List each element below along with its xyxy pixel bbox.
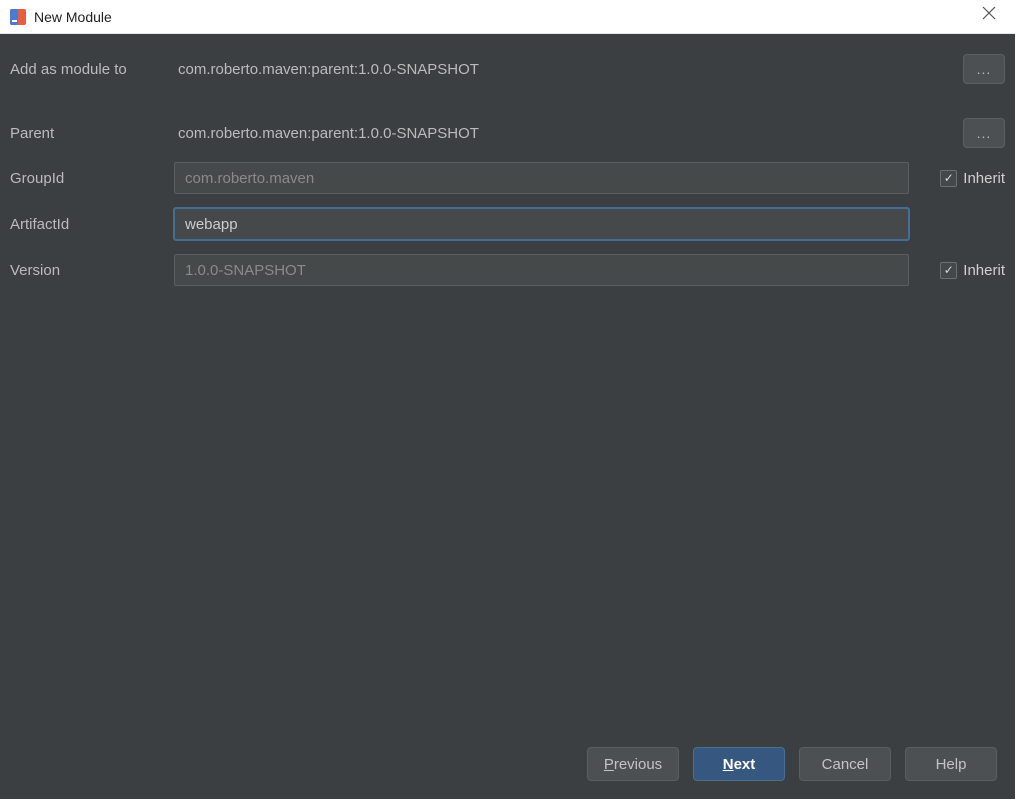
version-inherit[interactable]: ✓ Inherit xyxy=(940,262,1005,279)
artifactid-field[interactable] xyxy=(174,208,909,240)
checkmark-icon: ✓ xyxy=(940,170,957,187)
add-as-module-value: com.roberto.maven:parent:1.0.0-SNAPSHOT xyxy=(174,61,909,78)
footer-buttons: Previous Next Cancel Help xyxy=(587,747,997,781)
parent-label: Parent xyxy=(10,125,168,142)
cancel-button[interactable]: Cancel xyxy=(799,747,891,781)
previous-button[interactable]: Previous xyxy=(587,747,679,781)
groupid-label: GroupId xyxy=(10,170,168,187)
add-as-module-browse-button[interactable]: ... xyxy=(963,54,1005,84)
artifactid-input[interactable] xyxy=(185,216,898,233)
version-input xyxy=(185,262,898,279)
previous-rest: revious xyxy=(614,756,662,773)
parent-value: com.roberto.maven:parent:1.0.0-SNAPSHOT xyxy=(174,125,909,142)
artifactid-label: ArtifactId xyxy=(10,216,168,233)
version-field xyxy=(174,254,909,286)
app-icon xyxy=(10,9,26,25)
spacer xyxy=(10,98,1005,104)
close-icon[interactable] xyxy=(975,4,1003,28)
next-button[interactable]: Next xyxy=(693,747,785,781)
inherit-label: Inherit xyxy=(963,262,1005,279)
titlebar: New Module xyxy=(0,0,1015,34)
groupid-input xyxy=(185,170,898,187)
inherit-label: Inherit xyxy=(963,170,1005,187)
parent-browse-button[interactable]: ... xyxy=(963,118,1005,148)
window-title: New Module xyxy=(34,9,112,25)
groupid-inherit[interactable]: ✓ Inherit xyxy=(940,170,1005,187)
checkmark-icon: ✓ xyxy=(940,262,957,279)
next-rest: ext xyxy=(734,756,756,773)
dialog-content: Add as module to com.roberto.maven:paren… xyxy=(0,34,1015,799)
add-as-module-label: Add as module to xyxy=(10,61,168,78)
help-button[interactable]: Help xyxy=(905,747,997,781)
groupid-field xyxy=(174,162,909,194)
version-label: Version xyxy=(10,262,168,279)
